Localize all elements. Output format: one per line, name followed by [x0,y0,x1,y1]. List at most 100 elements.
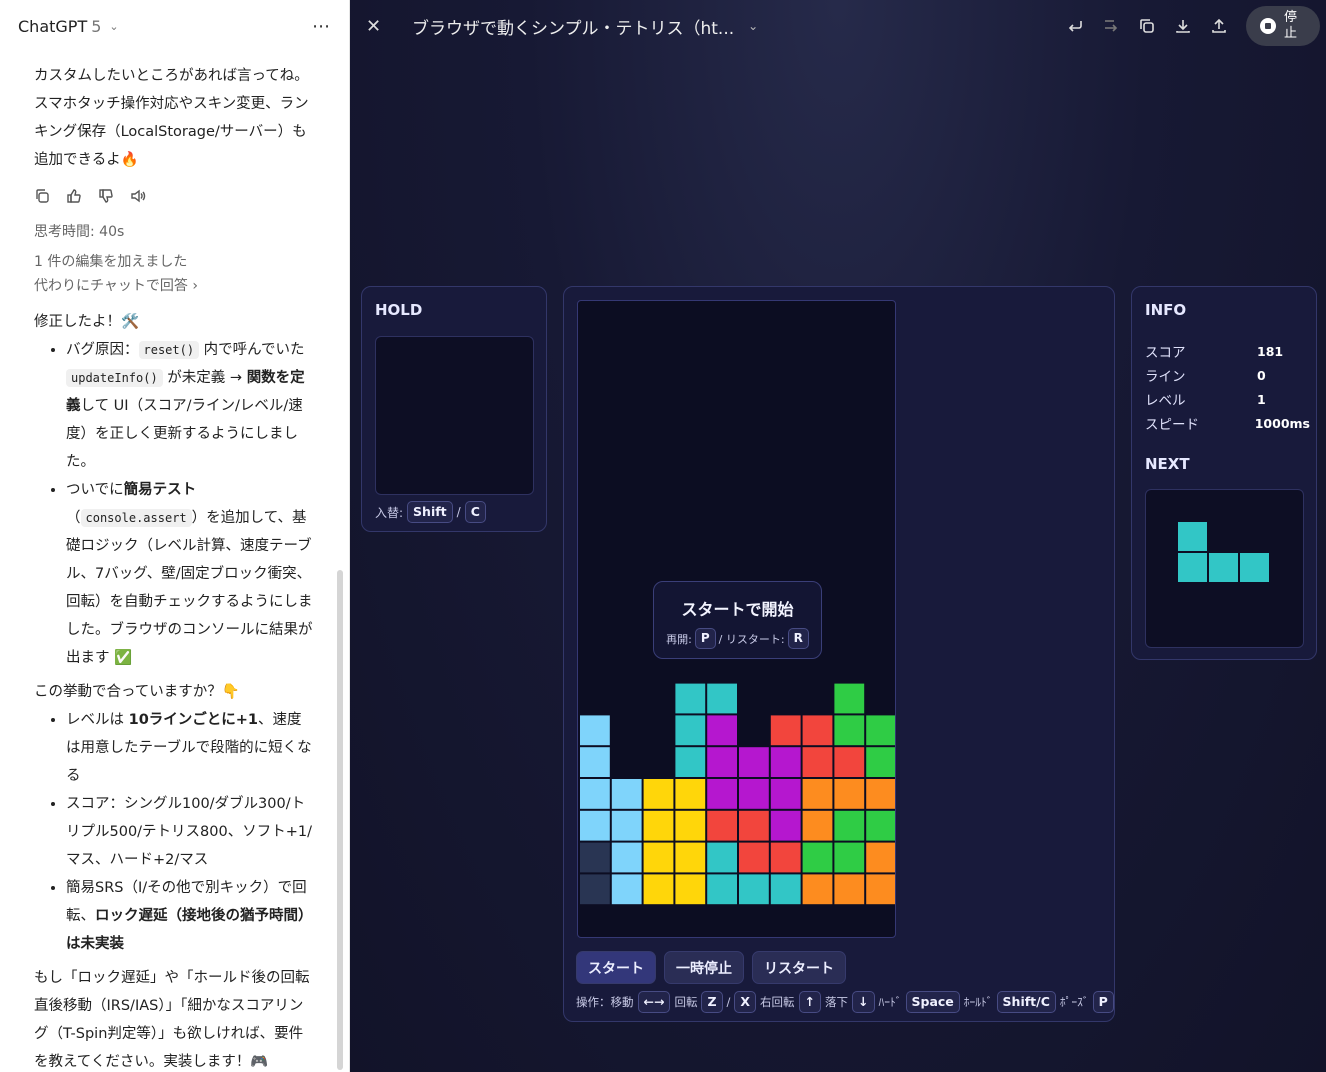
stop-icon [1260,18,1276,34]
key-shift: Shift [407,501,453,523]
canvas-header: ✕ ブラウザで動くシンプル・テトリス（ht... ⌄ 停止 [350,0,1326,52]
key-z: Z [701,991,723,1013]
download-icon[interactable] [1174,17,1192,35]
undo-icon[interactable] [1066,17,1084,35]
text: が未定義 → [162,370,247,386]
chevron-down-icon[interactable]: ⌄ [748,19,758,33]
board-cell [707,779,737,809]
board-cell [866,747,895,777]
board-cell [707,715,737,746]
overlay-title: スタートで開始 [681,600,794,619]
board-cell [580,747,610,777]
separator: / [456,505,461,519]
next-cell [1209,553,1238,582]
overlay-hint: 再開: P / リスタート: R [654,628,821,649]
chat-scrollbar[interactable] [337,570,343,1070]
chevron-down-icon: ⌄ [109,19,119,33]
message-actions [34,188,315,204]
text: して UI（スコア/ライン/レベル/速度）を正しく更新するようにしました。 [66,398,303,470]
start-button[interactable]: スタート [576,951,656,984]
copy-icon[interactable] [1138,17,1156,35]
board-cell [866,874,895,905]
next-piece [1178,522,1269,582]
think-time: 思考時間: 40s [34,224,125,240]
alt-reply-link[interactable]: 代わりにチャットで回答 › [34,274,315,298]
key-move: ←→ [637,991,671,1013]
key-x: X [734,991,757,1013]
board-cell [866,779,895,809]
share-icon[interactable] [1210,17,1228,35]
text: （ [66,510,81,526]
board-cell [834,683,865,714]
board-cell [770,779,801,809]
stop-button[interactable]: 停止 [1246,6,1320,46]
alt-reply-label: 代わりにチャットで回答 [34,278,188,294]
board-cell [675,747,706,777]
board-cell [707,842,737,873]
board-cell [611,779,642,809]
redo-icon[interactable] [1102,17,1120,35]
start-overlay: スタートで開始 再開: P / リスタート: R [653,581,822,659]
board-cell [739,842,769,873]
controls-help: 操作：移動 ←→ 回転 Z / X 右回転 ↑ 落下 ↓ ﾊｰﾄﾞ Space … [576,991,1114,1013]
board-cell [643,874,674,905]
key-r: R [787,628,809,649]
next-cell [1178,553,1207,582]
board-cell [770,715,801,746]
lines-label: ライン [1145,369,1186,385]
text: ）を追加して、基礎ロジック（レベル計算、速度テーブル、7バッグ、壁/固定ブロック… [66,510,313,666]
board-cell [834,842,865,873]
speed-label: スピード [1145,417,1199,433]
board-cell [611,810,642,841]
closing: もし「ロック遅延」や「ホールド後の回転直後移動（IRS/IAS）」「細かなスコア… [34,970,310,1070]
info-table: スコア 181 ライン 0 レベル 1 スピード 1000ms [1145,339,1310,435]
model-name: ChatGPT [18,16,88,36]
board-cell [675,683,706,714]
model-selector[interactable]: ChatGPT 5 ⌄ [18,17,119,36]
game-board[interactable]: スタートで開始 再開: P / リスタート: R [577,300,896,938]
rotate-label: 回転 [674,995,698,1009]
key-up: ↑ [798,991,822,1013]
next-cell [1240,553,1269,582]
speed-value: 1000ms [1254,415,1310,431]
board-cell [675,715,706,746]
canvas-pane: ✕ ブラウザで動くシンプル・テトリス（ht... ⌄ 停止 HOLD 入替: S… [350,0,1326,1072]
info-row-score: スコア 181 [1145,339,1310,363]
copy-icon[interactable] [34,188,50,204]
score-label: スコア [1145,345,1186,361]
board-cell [739,874,769,905]
key-hold: Shift/C [996,991,1056,1013]
resume-label: 再開: [666,632,692,646]
message-intro: カスタムしたいところがあれば言ってね。スマホタッチ操作対応やスキン変更、ランキン… [34,68,309,168]
edit-note: 1 件の編集を加えました [34,254,188,270]
close-icon[interactable]: ✕ [366,16,386,37]
inline-code: reset() [138,341,200,359]
key-c: C [464,501,486,523]
more-options-icon[interactable]: ⋯ [312,16,331,37]
restart-button[interactable]: リスタート [752,951,846,984]
list-item: ついでに簡易テスト （console.assert）を追加して、基礎ロジック（レベ… [66,476,315,672]
chevron-right-icon: › [192,278,198,294]
board-cell [834,874,865,905]
stop-label: 停止 [1284,10,1298,41]
board-cell [770,747,801,777]
game-panel: スタートで開始 再開: P / リスタート: R スタート 一時停止 リスタート… [563,286,1115,1022]
speaker-icon[interactable] [130,188,146,204]
bold-text: 10ラインごとに+1 [128,712,259,728]
thumbs-down-icon[interactable] [98,188,114,204]
board-cell [580,874,610,905]
board-cell [580,810,610,841]
board-cell [770,874,801,905]
thumbs-up-icon[interactable] [66,188,82,204]
board-cell [834,779,865,809]
chat-pane: ChatGPT 5 ⌄ ⋯ カスタムしたいところがあれば言ってね。スマホタッチ操… [0,0,350,1072]
info-panel: INFO スコア 181 ライン 0 レベル 1 スピード 1000ms NEXT [1131,286,1317,660]
restart-label: / リスタート: [718,632,785,646]
board-cell [802,715,833,746]
pause-button[interactable]: 一時停止 [664,951,744,984]
board-cell [580,779,610,809]
board-cell [739,810,769,841]
bold-text: ロック遅延（接地後の猶予時間）は未実装 [66,908,313,952]
board-cell [580,715,610,746]
board-cell [834,747,865,777]
